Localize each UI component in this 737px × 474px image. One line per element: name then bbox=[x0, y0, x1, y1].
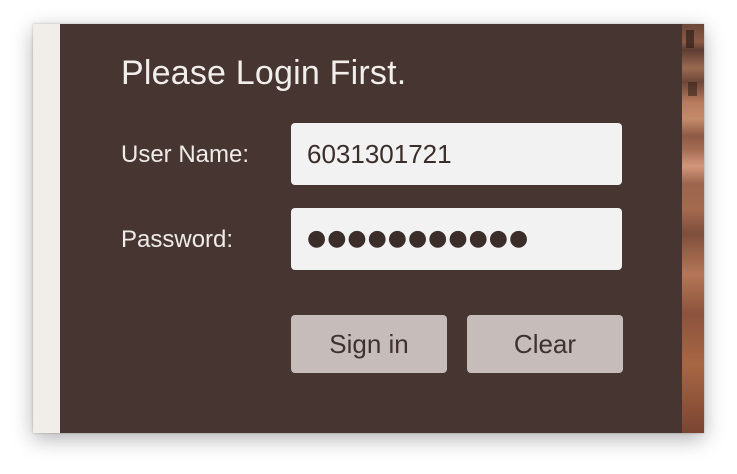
background-photo-edge bbox=[682, 24, 704, 433]
sign-in-button[interactable]: Sign in bbox=[291, 315, 447, 373]
login-panel: Please Login First. User Name: Password:… bbox=[60, 24, 682, 433]
username-input[interactable] bbox=[291, 123, 622, 185]
login-window: Please Login First. User Name: Password:… bbox=[33, 24, 704, 433]
left-background-strip bbox=[33, 24, 60, 433]
screen: Please Login First. User Name: Password:… bbox=[0, 0, 737, 474]
username-label: User Name: bbox=[121, 141, 250, 168]
page-title: Please Login First. bbox=[121, 54, 407, 92]
clear-button[interactable]: Clear bbox=[467, 315, 623, 373]
password-label: Password: bbox=[121, 226, 234, 253]
password-input[interactable]: ●●●●●●●●●●● bbox=[291, 208, 622, 270]
